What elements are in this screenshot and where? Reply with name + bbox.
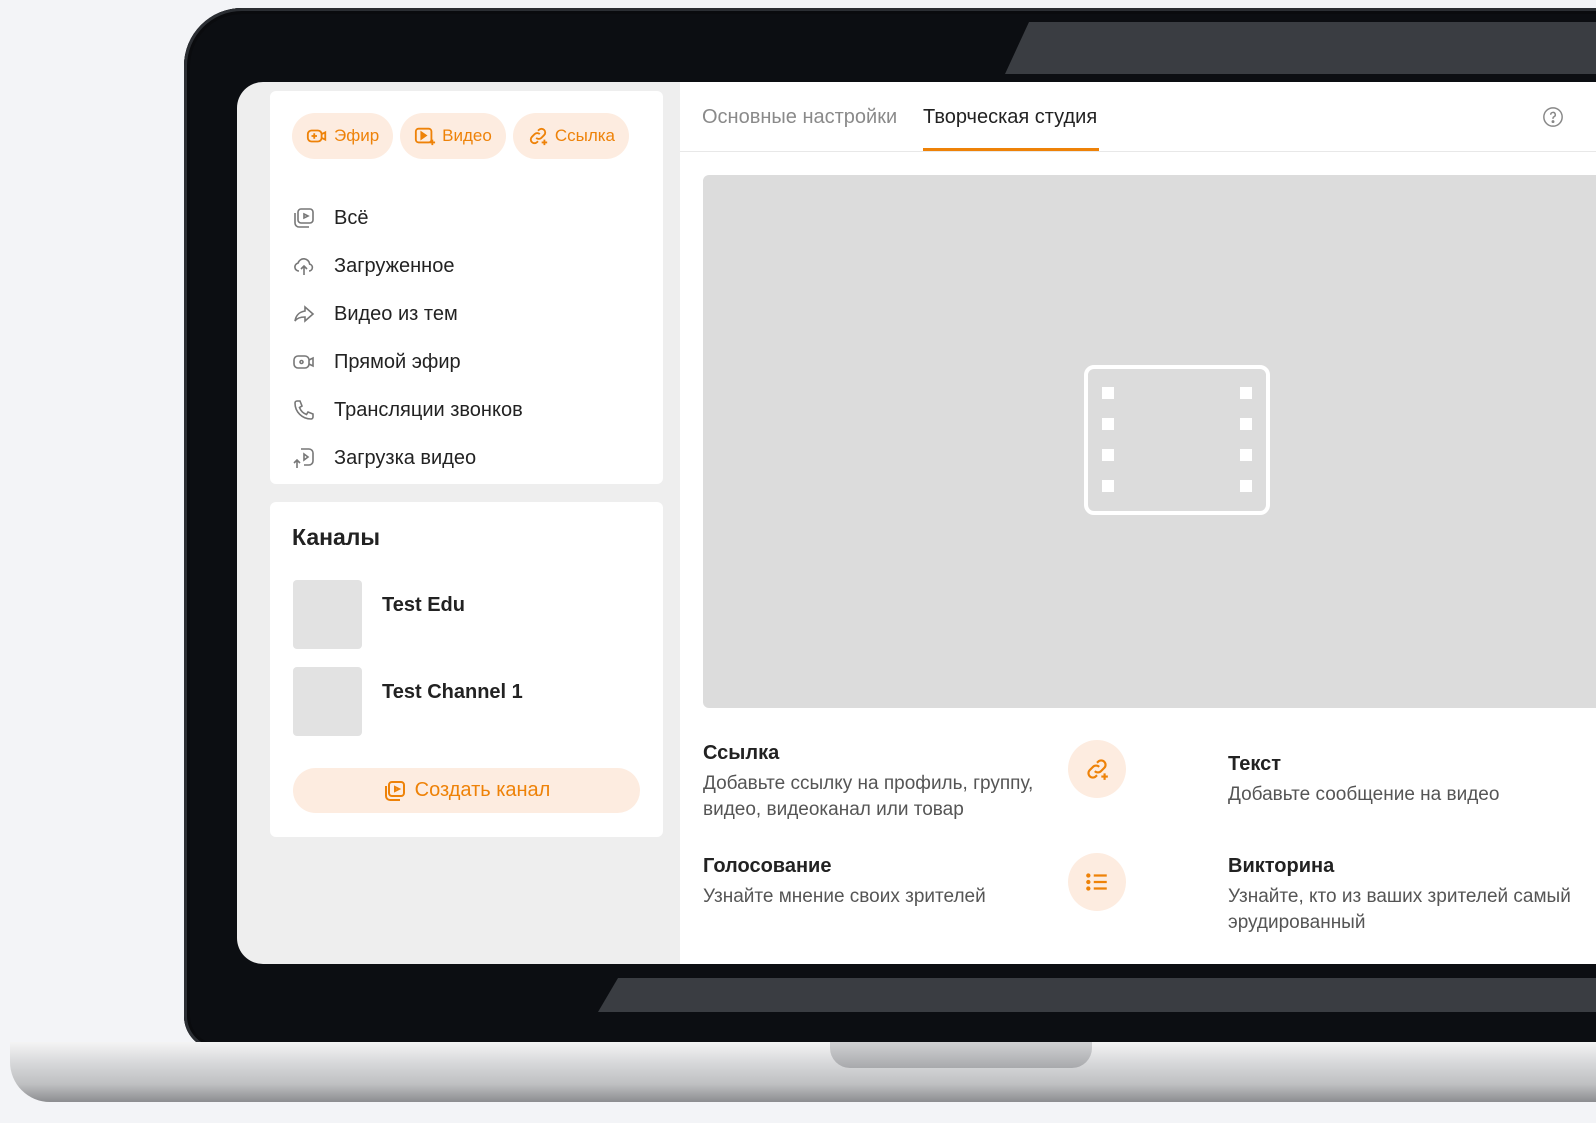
nav-item-topic-videos[interactable]: Видео из тем [292, 290, 523, 338]
nav-item-video-upload[interactable]: Загрузка видео [292, 434, 523, 482]
video-button[interactable]: Видео [400, 113, 506, 159]
tab-bar: Основные настройки Творческая студия [680, 82, 1596, 152]
live-button[interactable]: Эфир [292, 113, 394, 159]
cloud-upload-icon [294, 258, 314, 275]
live-camera-plus-icon [306, 129, 327, 143]
sidebar: Эфир Видео Ссылка Всё Загруженное Видео … [270, 91, 663, 837]
channel-thumbnail [293, 580, 362, 649]
nav-item-call-broadcasts[interactable]: Трансляции звонков [292, 386, 523, 434]
bezel-glare-bottom [598, 978, 1596, 1012]
phone-icon [294, 400, 314, 420]
tool-title: Викторина [1228, 855, 1335, 877]
link-button-label: Ссылка [554, 126, 616, 145]
channel-name: Test Channel 1 [382, 681, 523, 703]
laptop-base-notch [830, 1042, 1092, 1068]
live-camera-icon [293, 355, 314, 369]
bezel-glare-top [1005, 22, 1596, 74]
tool-description: Узнайте, кто из ваших зрителей самый эру… [1228, 886, 1571, 933]
live-button-label: Эфир [334, 126, 380, 145]
tool-description: Добавьте ссылку на профиль, группу, виде… [703, 773, 1034, 820]
tool-description: Узнайте мнение своих зрителей [703, 886, 986, 907]
nav-item-label: Загрузка видео [334, 446, 477, 469]
nav-item-label: Трансляции звонков [334, 398, 523, 421]
stack-play-icon [384, 780, 405, 801]
studio-panel: Основные настройки Творческая студия Ссы… [680, 82, 1596, 964]
laptop-base [10, 1042, 1596, 1102]
link-plus-icon [1087, 759, 1108, 780]
channel-item[interactable]: Test Edu [293, 580, 465, 649]
create-channel-button[interactable]: Создать канал [293, 768, 640, 813]
app-screen: Эфир Видео Ссылка Всё Загруженное Видео … [237, 82, 1596, 964]
film-placeholder-icon [1084, 365, 1270, 515]
nav-item-label: Прямой эфир [334, 350, 461, 373]
tab-basic-settings[interactable]: Основные настройки [702, 106, 897, 129]
quick-actions: Эфир Видео Ссылка [292, 113, 630, 159]
active-tab-indicator [923, 148, 1099, 151]
help-icon[interactable] [1542, 106, 1564, 128]
nav-item-label: Всё [334, 206, 369, 229]
tool-title: Текст [1228, 753, 1282, 775]
add-link-button[interactable] [1068, 740, 1126, 798]
nav-item-uploaded[interactable]: Загруженное [292, 242, 523, 290]
tab-creative-studio[interactable]: Творческая студия [923, 106, 1097, 129]
list-icon [1086, 873, 1107, 891]
sidebar-menu-card: Эфир Видео Ссылка Всё Загруженное Видео … [270, 91, 663, 484]
tool-quiz[interactable]: Викторина Узнайте, кто из ваших зрителей… [1228, 855, 1596, 936]
tool-title: Голосование [703, 855, 832, 877]
tool-poll[interactable]: Голосование Узнайте мнение своих зрителе… [703, 855, 1123, 910]
link-plus-icon [529, 127, 547, 146]
tool-title: Ссылка [703, 742, 780, 764]
link-button[interactable]: Ссылка [512, 113, 630, 159]
video-preview[interactable] [703, 175, 1596, 708]
tool-description: Добавьте сообщение на видео [1228, 784, 1500, 805]
channel-thumbnail [293, 667, 362, 736]
channels-card: Каналы Test Edu Test Channel 1 Создать к… [270, 502, 663, 837]
tool-text[interactable]: Текст Добавьте сообщение на видео [1228, 753, 1596, 808]
tool-link[interactable]: Ссылка Добавьте ссылку на профиль, групп… [703, 742, 1123, 823]
nav-item-all[interactable]: Всё [292, 194, 523, 242]
sidebar-nav: Всё Загруженное Видео из тем Прямой эфир… [292, 194, 523, 482]
nav-item-live[interactable]: Прямой эфир [292, 338, 523, 386]
add-poll-button[interactable] [1068, 853, 1126, 911]
nav-item-label: Загруженное [334, 254, 455, 277]
channel-item[interactable]: Test Channel 1 [293, 667, 523, 736]
video-button-label: Видео [442, 126, 492, 145]
video-plus-icon [415, 127, 436, 146]
channel-name: Test Edu [382, 594, 465, 616]
share-arrow-icon [294, 305, 315, 323]
channels-title: Каналы [292, 524, 381, 550]
stack-play-icon [294, 208, 314, 228]
upload-video-icon [293, 448, 314, 468]
nav-item-label: Видео из тем [334, 302, 458, 325]
create-channel-label: Создать канал [414, 779, 551, 801]
